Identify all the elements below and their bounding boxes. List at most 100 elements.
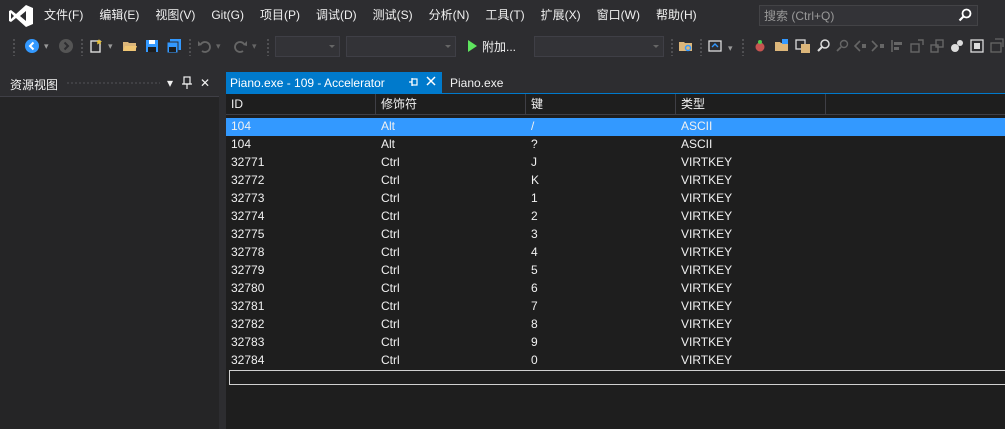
document-tabs: Piano.exe - 109 - Accelerator Piano.exe [226, 70, 1005, 95]
copy-icon[interactable] [795, 38, 811, 54]
table-row[interactable]: 32771 Ctrl J VIRTKEY [226, 154, 1005, 172]
close-icon[interactable]: ✕ [199, 76, 211, 90]
platform-dropdown[interactable] [346, 36, 456, 57]
cell-key: 2 [531, 209, 538, 223]
cell-modifier: Alt [381, 137, 396, 151]
back-icon[interactable] [24, 38, 40, 54]
open-folder-icon[interactable] [774, 38, 790, 54]
close-icon[interactable] [426, 75, 436, 90]
new-dropdown-icon[interactable]: ▾ [108, 41, 113, 57]
cell-id: 32772 [231, 173, 265, 187]
table-row[interactable]: 32775 Ctrl 3 VIRTKEY [226, 226, 1005, 244]
cell-id: 104 [231, 119, 252, 133]
table-body: 104 Alt / ASCII 104 Alt? ASCII 32771 Ctrl J VIRTKE… [226, 118, 1005, 370]
solution-explorer-icon[interactable] [707, 38, 723, 54]
table-row[interactable]: 32781 Ctrl 7 VIRTKEY [226, 298, 1005, 316]
menu-project[interactable]: 项目(P) [252, 0, 308, 31]
table-row[interactable]: 32773 Ctrl 1 VIRTKEY [226, 190, 1005, 208]
cell-id: 32783 [231, 335, 265, 349]
align-icon[interactable] [889, 38, 905, 54]
table-row[interactable]: 32784 Ctrl 0 VIRTKEY [226, 352, 1005, 370]
guides-icon[interactable] [969, 38, 985, 54]
find-in-files-icon[interactable] [678, 38, 694, 54]
undo-icon[interactable] [197, 38, 213, 54]
panel-menu-icon[interactable]: ▾ [164, 76, 176, 90]
menu-items: 文件(F) 编辑(E) 视图(V) Git(G) 项目(P) 调试(D) 测试(… [36, 0, 705, 31]
forward-icon[interactable] [58, 38, 74, 54]
cell-modifier: Ctrl [381, 245, 400, 259]
cell-type: ASCII [681, 137, 713, 151]
search-input[interactable] [764, 8, 944, 23]
panel-grip[interactable] [66, 81, 160, 85]
search-box[interactable] [759, 5, 978, 26]
cell-type: VIRTKEY [681, 317, 733, 331]
tab-label: Piano.exe - 109 - Accelerator [230, 76, 385, 90]
table-row[interactable]: 32772 Ctrl K VIRTKEY [226, 172, 1005, 190]
overflow-icon[interactable]: ▾ [728, 43, 733, 59]
save-all-icon[interactable] [166, 38, 182, 54]
pin-icon[interactable] [408, 76, 418, 91]
launch-target-dropdown[interactable] [534, 36, 664, 57]
table-row[interactable]: 32774 Ctrl 2 VIRTKEY [226, 208, 1005, 226]
zoom-icon[interactable] [836, 38, 850, 54]
toggle-grid-icon[interactable] [949, 38, 965, 54]
configuration-dropdown[interactable] [275, 36, 340, 57]
move-right-icon[interactable] [870, 38, 886, 54]
cell-key: 9 [531, 335, 538, 349]
chevron-down-icon [329, 45, 335, 48]
column-header-id[interactable]: ID [226, 94, 376, 114]
cell-id: 32780 [231, 281, 265, 295]
menu-file[interactable]: 文件(F) [36, 0, 91, 31]
table-row[interactable]: 32779 Ctrl 5 VIRTKEY [226, 262, 1005, 280]
pin-icon[interactable] [181, 76, 193, 90]
table-row[interactable]: 32783 Ctrl 9 VIRTKEY [226, 334, 1005, 352]
table-row[interactable]: 32778 Ctrl 4 VIRTKEY [226, 244, 1005, 262]
save-icon[interactable] [144, 38, 160, 54]
column-header-type[interactable]: 类型 [676, 94, 826, 114]
table-row[interactable]: 104 Alt? ASCII [226, 136, 1005, 154]
menu-git[interactable]: Git(G) [203, 0, 252, 31]
cell-id: 104 [231, 137, 252, 151]
find-icon[interactable] [816, 38, 832, 54]
menu-extensions[interactable]: 扩展(X) [533, 0, 589, 31]
move-left-icon[interactable] [852, 38, 868, 54]
cell-type: VIRTKEY [681, 191, 733, 205]
undo-dropdown-icon[interactable]: ▾ [216, 41, 221, 57]
search-icon[interactable] [958, 8, 972, 22]
menu-test[interactable]: 测试(S) [365, 0, 421, 31]
menu-analyze[interactable]: 分析(N) [421, 0, 478, 31]
open-icon[interactable] [122, 38, 138, 54]
menu-tools[interactable]: 工具(T) [477, 0, 532, 31]
redo-dropdown-icon[interactable]: ▾ [252, 41, 257, 57]
cell-modifier: Ctrl [381, 335, 400, 349]
cell-id: 32784 [231, 353, 265, 367]
table-row[interactable]: 32780 Ctrl 6 VIRTKEY [226, 280, 1005, 298]
tab-accelerator[interactable]: Piano.exe - 109 - Accelerator [226, 72, 442, 94]
group-icon[interactable] [929, 38, 945, 54]
size-icon[interactable] [909, 38, 925, 54]
table-row[interactable]: 32782 Ctrl 8 VIRTKEY [226, 316, 1005, 334]
menu-help[interactable]: 帮助(H) [648, 0, 705, 31]
column-header-modifier[interactable]: 修饰符 [376, 94, 526, 114]
panel-header: 资源视图 ▾ ✕ [0, 70, 219, 96]
menu-window[interactable]: 窗口(W) [589, 0, 648, 31]
tab-order-icon[interactable] [990, 38, 1004, 54]
run-button[interactable]: 附加... [482, 38, 516, 55]
column-header-key[interactable]: 键 [526, 94, 676, 114]
cell-key: ? [531, 137, 538, 151]
cell-type: VIRTKEY [681, 155, 733, 169]
new-project-icon[interactable] [88, 38, 104, 54]
bug-icon[interactable] [752, 38, 768, 54]
toolbar-grip [670, 38, 674, 56]
run-icon[interactable] [466, 38, 478, 54]
menu-debug[interactable]: 调试(D) [308, 0, 365, 31]
menu-edit[interactable]: 编辑(E) [91, 0, 147, 31]
toolbar-grip[interactable] [12, 38, 16, 56]
new-row-input[interactable] [229, 370, 1005, 385]
back-dropdown-icon[interactable]: ▾ [44, 41, 49, 57]
panel-splitter[interactable] [219, 70, 226, 429]
menu-view[interactable]: 视图(V) [147, 0, 203, 31]
cell-id: 32771 [231, 155, 265, 169]
table-row[interactable]: 104 Alt / ASCII [226, 118, 1005, 136]
redo-icon[interactable] [232, 38, 248, 54]
